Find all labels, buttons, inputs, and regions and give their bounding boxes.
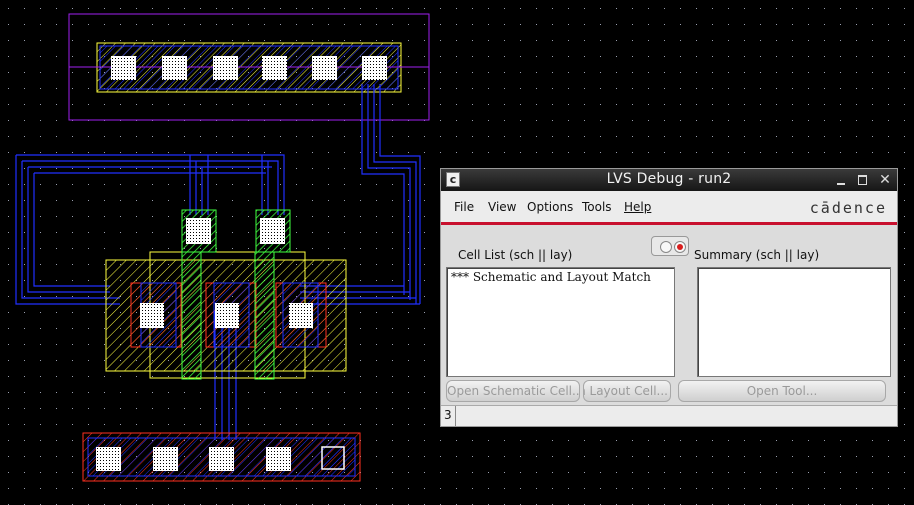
summary-label: Summary (sch || lay) — [694, 248, 820, 262]
close-icon[interactable]: ✕ — [877, 172, 893, 188]
status-divider — [455, 406, 456, 426]
open-layout-button[interactable]: Open Layout Cell... — [583, 380, 671, 402]
lvs-debug-window: c LVS Debug - run2 ✕ File View Options T… — [440, 168, 898, 427]
status-count: 3 — [444, 408, 452, 422]
menu-bar: File View Options Tools Help cādence — [441, 191, 897, 225]
status-bar: 3 — [441, 405, 897, 426]
minimize-icon[interactable] — [833, 172, 849, 188]
open-schematic-button[interactable]: Open Schematic Cell... — [446, 380, 580, 402]
title-bar[interactable]: c LVS Debug - run2 ✕ — [441, 169, 897, 191]
list-item[interactable]: *** Schematic and Layout Match — [451, 270, 651, 284]
view-toggle[interactable] — [651, 236, 689, 256]
open-tool-button[interactable]: Open Tool... — [678, 380, 886, 402]
window-title: LVS Debug - run2 — [606, 171, 732, 187]
menu-view[interactable]: View — [488, 200, 516, 214]
bottom-tap-cell — [82, 432, 361, 482]
cell-list-box[interactable]: *** Schematic and Layout Match — [446, 267, 675, 377]
radio-off-icon[interactable] — [660, 241, 672, 253]
summary-box[interactable] — [697, 267, 891, 377]
menu-help[interactable]: Help — [624, 200, 651, 214]
radio-on-icon[interactable] — [674, 241, 686, 253]
cell-list-label: Cell List (sch || lay) — [458, 248, 573, 262]
menu-tools[interactable]: Tools — [582, 200, 612, 214]
open-layout-label: Open Layout Cell... — [584, 384, 668, 398]
maximize-icon[interactable] — [855, 172, 871, 188]
cadence-logo: cādence — [809, 199, 887, 217]
menu-options[interactable]: Options — [527, 200, 573, 214]
menu-file[interactable]: File — [454, 200, 474, 214]
